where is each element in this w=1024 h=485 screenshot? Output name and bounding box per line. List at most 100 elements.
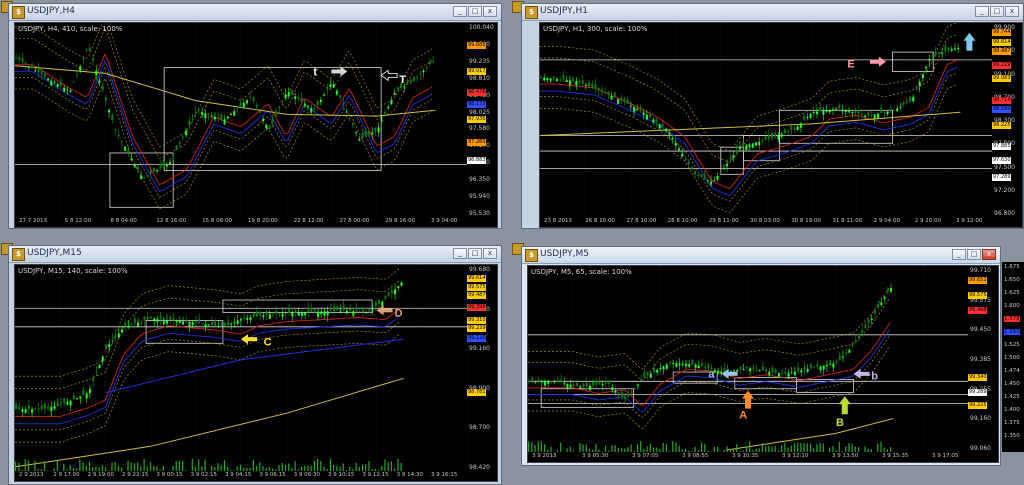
- candle: [27, 66, 30, 68]
- minimize-button[interactable]: _: [952, 249, 966, 260]
- candle: [722, 167, 725, 170]
- candle: [610, 95, 613, 100]
- candle: [835, 108, 838, 110]
- candle: [169, 316, 172, 321]
- candle: [614, 390, 617, 393]
- maximize-button[interactable]: □: [990, 6, 1004, 17]
- price-tag: 99.651: [968, 277, 987, 285]
- price-chart[interactable]: E USDJPY, H1, 300, scale: 100% 99.900 99.…: [539, 22, 1023, 228]
- candle: [310, 307, 313, 313]
- candle: [873, 114, 876, 119]
- candle: [687, 160, 690, 165]
- minimize-button[interactable]: _: [975, 6, 989, 17]
- candle: [771, 132, 774, 138]
- candle: [735, 150, 738, 152]
- price-chart[interactable]: tT USDJPY, H4, 410, scale: 100% 100.040 9…: [14, 22, 498, 228]
- volume-bar: [803, 443, 805, 452]
- candle: [345, 310, 348, 314]
- candle: [620, 98, 623, 101]
- annotation-arrow-t: t: [313, 66, 348, 78]
- candle: [243, 317, 246, 319]
- close-button[interactable]: x: [483, 6, 497, 17]
- candle: [159, 315, 162, 320]
- time-tick-label: 15 8 08:00: [202, 218, 232, 224]
- candle: [169, 162, 172, 165]
- chart-window-h1[interactable]: $ USDJPY,H1 _ □ x E USDJPY, H1, 300, sca…: [521, 3, 1024, 229]
- candle: [799, 123, 802, 128]
- candle: [124, 322, 127, 327]
- candle: [896, 108, 899, 111]
- close-button[interactable]: x: [483, 248, 497, 259]
- price-tag: 97.885: [992, 143, 1011, 151]
- time-tick-label: 29 8 11:00: [708, 218, 739, 224]
- window-title: USDJPY,M5: [540, 249, 589, 259]
- candle: [18, 406, 21, 410]
- candle: [652, 367, 655, 372]
- price-tag: 97.630: [992, 156, 1011, 164]
- time-tick-label: 12 8 16:00: [156, 218, 187, 224]
- candle: [207, 324, 210, 326]
- close-button[interactable]: x: [1005, 6, 1019, 17]
- candle: [428, 61, 431, 64]
- time-tick-label: 3 9 12:15: [362, 472, 389, 478]
- moving-average-line: [725, 418, 894, 451]
- candle: [117, 333, 120, 338]
- candle: [659, 368, 662, 370]
- title-bar[interactable]: $ USDJPY,M5 _ □ x: [522, 247, 1000, 264]
- volume-bar: [259, 462, 261, 471]
- candle: [162, 319, 165, 325]
- volume-bar: [540, 441, 543, 452]
- indicator-line: [15, 60, 433, 193]
- candle: [611, 387, 614, 391]
- chart-window-h4[interactable]: $ USDJPY,H4 _ □ x tT USDJPY, H4, 410, sc…: [8, 3, 502, 229]
- maximize-button[interactable]: □: [967, 249, 981, 260]
- volume-bar: [217, 462, 219, 471]
- candle: [752, 367, 755, 369]
- title-bar[interactable]: $ USDJPY,H4 _ □ x: [9, 4, 501, 21]
- close-button[interactable]: x: [982, 249, 996, 260]
- time-axis: 2 9 2013 2 9 17:00 2 9 19:00 2 9 22:15 3 9 0…: [15, 471, 497, 481]
- candle: [681, 153, 684, 157]
- title-bar[interactable]: $ USDJPY,M15 _ □ x: [9, 246, 501, 263]
- background-price-tick: 1.400: [1004, 407, 1020, 413]
- candle: [149, 316, 152, 319]
- annotation-label: B: [836, 417, 844, 429]
- price-axis: 99.68099.42099.16098.90098.70098.42099.6…: [467, 265, 497, 471]
- candle: [307, 307, 310, 313]
- price-chart[interactable]: a b A B USDJPY, M5, 65, scale: 100% 99.710 9…: [527, 265, 999, 463]
- candle: [717, 370, 720, 374]
- time-tick-label: 3 9 02:15: [190, 472, 218, 478]
- candle: [569, 384, 572, 388]
- indicator-line: [540, 66, 958, 197]
- maximize-button[interactable]: □: [468, 6, 482, 17]
- candle: [584, 84, 587, 86]
- price-tag: 98.225: [992, 121, 1011, 129]
- price-chart[interactable]: CD USDJPY, M15, 140, scale: 100% 99.680 9…: [14, 264, 498, 482]
- minimize-button[interactable]: _: [453, 248, 467, 259]
- price-tag: 97.265: [467, 139, 486, 147]
- candle: [668, 361, 671, 363]
- window-title: USDJPY,M15: [27, 248, 82, 258]
- chart-window-icon: $: [525, 249, 538, 262]
- chart-window-m15[interactable]: $ USDJPY,M15 _ □ x CD USDJPY, M15, 140, …: [8, 245, 502, 485]
- candle: [867, 112, 870, 116]
- volume-bar: [675, 442, 677, 452]
- chart-label: USDJPY, M15, 140, scale: 100%: [18, 267, 128, 275]
- title-bar[interactable]: $ USDJPY,H1 _ □ x: [522, 4, 1023, 21]
- annotation-arrow-A: A: [739, 390, 754, 422]
- time-tick-label: 3 9 08:55: [682, 453, 709, 459]
- candle: [601, 383, 604, 386]
- moving-average-line: [540, 111, 961, 136]
- candle: [34, 408, 37, 410]
- candle: [672, 362, 675, 364]
- maximize-button[interactable]: □: [468, 248, 482, 259]
- candle: [797, 367, 800, 371]
- volume-bar: [806, 443, 808, 452]
- minimize-button[interactable]: _: [453, 6, 467, 17]
- candle: [290, 90, 293, 95]
- candle: [857, 333, 860, 338]
- candle: [313, 308, 316, 312]
- candle: [876, 113, 879, 119]
- chart-window-m5[interactable]: $ USDJPY,M5 _ □ x a b A B USDJPY, M5, 65, s…: [521, 246, 1001, 466]
- annotation-label: D: [395, 308, 403, 320]
